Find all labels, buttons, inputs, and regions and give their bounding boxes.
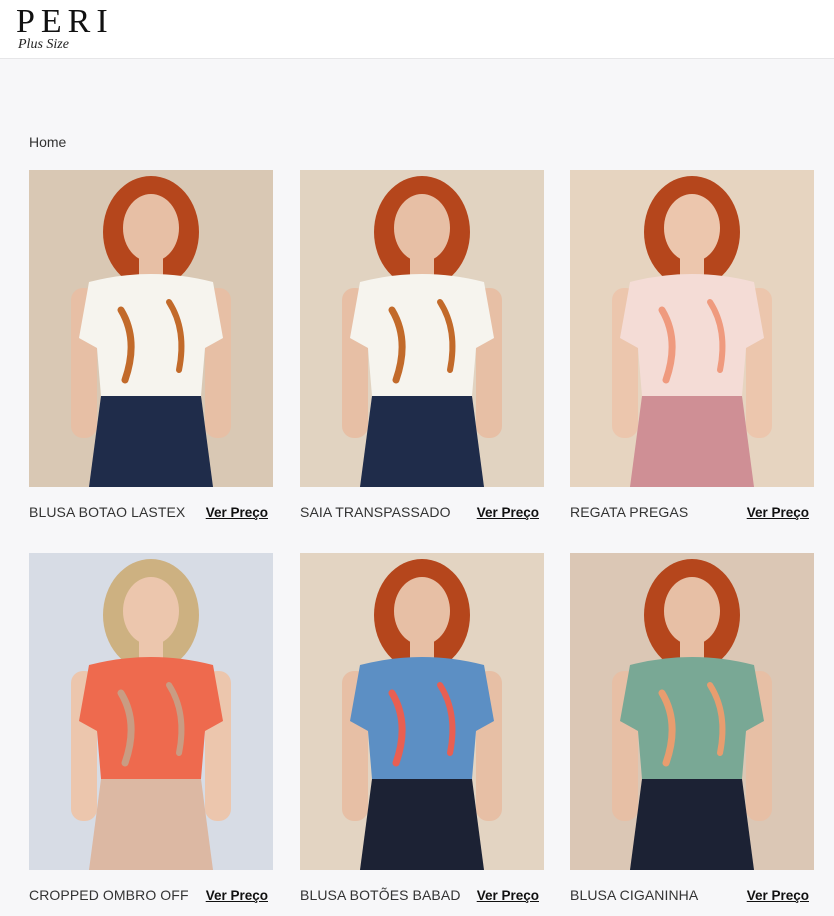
model-bottom (89, 396, 213, 487)
model-top (79, 657, 223, 779)
brand-logo[interactable]: PERI Plus Size (16, 4, 114, 52)
ver-preco-link[interactable]: Ver Preço (206, 505, 268, 520)
ver-preco-link[interactable]: Ver Preço (477, 505, 539, 520)
model-face (123, 194, 179, 262)
model-photo (29, 553, 273, 870)
product-card[interactable]: REGATA PREGAS Ver Preço (570, 170, 814, 520)
model-top (620, 274, 764, 396)
ver-preco-link[interactable]: Ver Preço (747, 888, 809, 903)
logo-wordmark: PERI (16, 3, 114, 40)
product-name[interactable]: BLUSA BOTAO LASTEX (29, 504, 185, 520)
breadcrumb: Home (29, 134, 66, 150)
model-top (620, 657, 764, 779)
product-image[interactable] (29, 170, 273, 487)
product-name[interactable]: CROPPED OMBRO OFF (29, 887, 189, 903)
ver-preco-link[interactable]: Ver Preço (747, 505, 809, 520)
product-name[interactable]: BLUSA CIGANINHA (570, 887, 698, 903)
model-face (394, 194, 450, 262)
model-bottom (630, 779, 754, 870)
model-top (79, 274, 223, 396)
product-card[interactable]: BLUSA CIGANINHA Ver Preço (570, 553, 814, 903)
product-card[interactable]: CROPPED OMBRO OFF Ver Preço (29, 553, 273, 903)
model-top (350, 274, 494, 396)
product-card[interactable]: BLUSA BOTÕES BABAD Ver Preço (300, 553, 544, 903)
model-bottom (630, 396, 754, 487)
product-name[interactable]: REGATA PREGAS (570, 504, 688, 520)
product-image[interactable] (29, 553, 273, 870)
ver-preco-link[interactable]: Ver Preço (477, 888, 539, 903)
model-face (664, 194, 720, 262)
model-top (350, 657, 494, 779)
model-photo (300, 553, 544, 870)
model-face (394, 577, 450, 645)
product-card[interactable]: BLUSA BOTAO LASTEX Ver Preço (29, 170, 273, 520)
model-bottom (89, 779, 213, 870)
product-image[interactable] (570, 170, 814, 487)
product-name[interactable]: SAIA TRANSPASSADO (300, 504, 451, 520)
model-photo (300, 170, 544, 487)
product-card[interactable]: SAIA TRANSPASSADO Ver Preço (300, 170, 544, 520)
model-photo (570, 553, 814, 870)
ver-preco-link[interactable]: Ver Preço (206, 888, 268, 903)
model-photo (570, 170, 814, 487)
model-bottom (360, 396, 484, 487)
product-image[interactable] (300, 553, 544, 870)
product-image[interactable] (570, 553, 814, 870)
breadcrumb-home-link[interactable]: Home (29, 134, 66, 150)
product-image[interactable] (300, 170, 544, 487)
model-face (664, 577, 720, 645)
product-name[interactable]: BLUSA BOTÕES BABAD (300, 887, 461, 903)
model-bottom (360, 779, 484, 870)
model-photo (29, 170, 273, 487)
site-header: PERI Plus Size (0, 0, 834, 59)
logo-tagline: Plus Size (18, 37, 69, 52)
model-face (123, 577, 179, 645)
